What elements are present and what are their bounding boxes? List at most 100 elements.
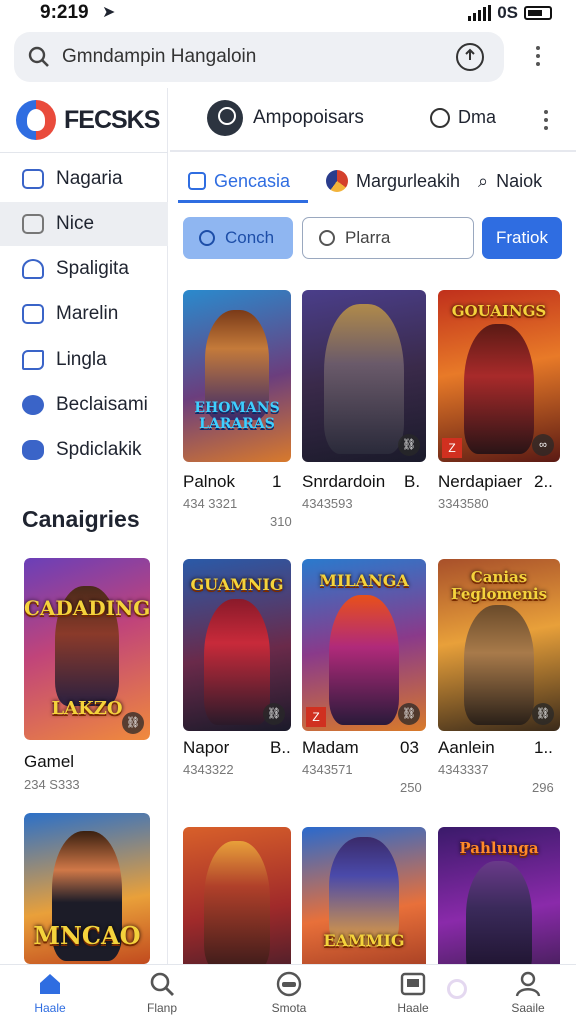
avatar[interactable] xyxy=(207,100,243,136)
rating-badge: Z xyxy=(442,438,462,458)
user-name[interactable]: Ampopoisars xyxy=(253,107,364,129)
game-poster: GOUAINGS ∞ Z xyxy=(438,290,560,462)
game-card[interactable] xyxy=(183,827,291,964)
link-icon: ∞ xyxy=(532,434,554,456)
address-bar[interactable]: Gmndampin Hangaloin xyxy=(14,32,504,82)
link-icon: ⛓ xyxy=(122,712,144,734)
game-code: 4343337 xyxy=(438,762,489,777)
game-rank: B. xyxy=(404,472,421,491)
game-poster: Canias Feglomenis ⛓ xyxy=(438,559,560,731)
poster-title: GUAMNIG xyxy=(190,575,284,594)
nav-label: Saaile xyxy=(511,1001,545,1015)
nav-label: Smota xyxy=(271,1001,307,1015)
tag-icon: ⌕ xyxy=(478,170,489,191)
search-icon xyxy=(319,230,335,246)
sidebar-item-spdiclakik[interactable]: Spdiclakik xyxy=(0,428,168,472)
button-label: Conch xyxy=(225,228,275,247)
search-placeholder: Plarra xyxy=(345,228,391,247)
rating-badge: Z xyxy=(306,707,326,727)
signal-icon xyxy=(468,5,492,21)
nav-home[interactable]: Haale xyxy=(10,971,90,1015)
sidebar-item-nagaria[interactable]: Nagaria xyxy=(0,157,168,201)
poster-title: Pahlunga xyxy=(459,839,539,857)
poster-title: EAMMIG xyxy=(323,931,405,950)
game-card[interactable]: EHOMANS LARARAS xyxy=(183,290,291,462)
game-card[interactable]: MILANGA ⛓ Z xyxy=(302,559,426,731)
game-name: Madam xyxy=(302,738,359,757)
game-poster: CADADING LAKZO ⛓ xyxy=(24,558,150,740)
game-menu[interactable]: Dma xyxy=(430,107,496,128)
nav-search[interactable]: Flanp xyxy=(122,971,202,1015)
hero-figure xyxy=(464,605,534,725)
sidebar-item-spaligita[interactable]: Spaligita xyxy=(0,247,168,291)
box-icon xyxy=(22,214,44,234)
search-input[interactable]: Plarra xyxy=(302,217,474,259)
bottom-nav: Haale Flanp Smota Haale Saaile xyxy=(0,964,576,1024)
tab-margurleakih[interactable]: Margurleakih xyxy=(326,166,460,196)
tab-naiok[interactable]: ⌕ Naiok xyxy=(478,166,542,196)
sidebar-item-beclaisami[interactable]: Beclaisami xyxy=(0,383,168,427)
search-button[interactable]: Conch xyxy=(183,217,293,259)
nav-games[interactable]: Smota xyxy=(249,971,329,1015)
game-card[interactable]: GOUAINGS ∞ Z xyxy=(438,290,560,462)
location-arrow-icon: ➤ xyxy=(102,4,116,21)
game-count: 296 xyxy=(532,780,554,795)
nav-label: Haale xyxy=(34,1001,66,1015)
link-icon: ⛓ xyxy=(263,703,285,725)
game-code: 434 3321 xyxy=(183,496,238,511)
sidebar: FECSKS Nagaria Nice Spaligita Marelin Li… xyxy=(0,88,168,964)
loading-indicator xyxy=(447,979,467,999)
nav-profile[interactable]: Saaile xyxy=(488,971,568,1015)
game-code: 4343322 xyxy=(183,762,234,777)
clock-icon xyxy=(430,107,450,128)
poster-title: EHOMANS LARARAS xyxy=(194,400,280,432)
poster-title: Canias Feglomenis xyxy=(450,568,548,603)
hero-figure xyxy=(204,599,270,725)
search-icon xyxy=(199,230,215,246)
poster-title: MNCAO xyxy=(33,921,141,950)
sidebar-item-lingla[interactable]: Lingla xyxy=(0,338,168,382)
game-name: Snrdardoin xyxy=(302,472,386,491)
more-menu-icon[interactable] xyxy=(544,110,548,130)
game-poster: MNCAO xyxy=(24,813,150,964)
game-rank: 1.. xyxy=(534,738,553,757)
category-card[interactable]: CADADING LAKZO ⛓ xyxy=(24,558,150,740)
battery-icon xyxy=(524,6,552,20)
game-card[interactable]: GUAMNIG ⛓ xyxy=(183,559,291,731)
sidebar-item-label: Marelin xyxy=(56,303,119,324)
sidebar-item-label: Lingla xyxy=(56,349,107,370)
game-name: Aanlein xyxy=(438,738,495,757)
game-poster: ⛓ xyxy=(302,290,426,462)
game-poster: GUAMNIG ⛓ xyxy=(183,559,291,731)
share-icon[interactable] xyxy=(456,43,484,71)
category-card[interactable]: MNCAO xyxy=(24,813,150,964)
browser-menu-icon[interactable] xyxy=(536,46,540,66)
sidebar-item-label: Spdiclakik xyxy=(56,439,142,460)
clock-time: 9:219 xyxy=(40,2,89,23)
game-card[interactable]: EAMMIG xyxy=(302,827,426,964)
top-bar: Ampopoisars Dma xyxy=(170,88,576,150)
game-card[interactable]: Pahlunga xyxy=(438,827,560,964)
tab-indicator xyxy=(178,200,308,203)
sidebar-item-marelin[interactable]: Marelin xyxy=(0,292,168,336)
status-icons: 0S xyxy=(468,3,552,23)
poster-title: GOUAINGS xyxy=(451,302,547,320)
users-icon xyxy=(22,395,44,415)
hero-figure xyxy=(329,595,399,725)
tab-label: Gencasia xyxy=(214,170,291,191)
chart-icon xyxy=(22,304,44,324)
shield-icon xyxy=(326,170,348,192)
brand-name: FECSKS xyxy=(64,105,160,134)
status-bar: 9:219 ➤ 0S xyxy=(0,0,576,28)
game-name: Palnok xyxy=(183,472,235,491)
sidebar-item-nice[interactable]: Nice xyxy=(0,202,168,246)
nav-media[interactable]: Haale xyxy=(373,971,453,1015)
brand-logo[interactable]: FECSKS xyxy=(16,100,160,140)
photo-icon xyxy=(400,971,426,997)
grid-icon xyxy=(22,169,44,189)
game-card[interactable]: ⛓ xyxy=(302,290,426,462)
tab-label: Naiok xyxy=(496,170,543,191)
game-card[interactable]: Canias Feglomenis ⛓ xyxy=(438,559,560,731)
tab-gencasia[interactable]: Gencasia xyxy=(188,166,290,196)
filter-button[interactable]: Fratiok xyxy=(482,217,562,259)
